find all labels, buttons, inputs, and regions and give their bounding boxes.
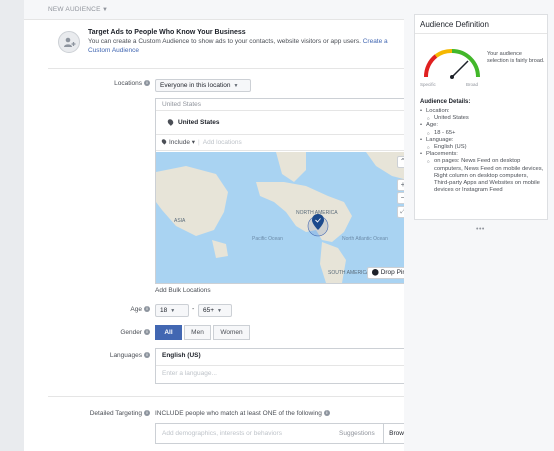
info-icon[interactable]: i: [144, 80, 150, 87]
map-label-south-america: SOUTH AMERICA: [328, 270, 370, 276]
age-min-dropdown[interactable]: 18 ▼: [155, 304, 189, 317]
gauge-broad-label: Broad: [466, 82, 479, 87]
map-label-asia: ASIA: [174, 218, 186, 224]
location-selector: United States United States Include ▾ | Ad…: [155, 98, 416, 284]
audience-size-gauge-icon: [423, 49, 480, 79]
divider: [48, 68, 404, 69]
intro-description: You can create a Custom Audience to show…: [88, 38, 388, 54]
detailed-targeting-field[interactable]: Add demographics, interests or behaviors…: [155, 423, 416, 444]
gender-women-button[interactable]: Women: [213, 325, 250, 340]
audience-definition-title: Audience Definition: [420, 20, 489, 29]
location-input-row: Include ▾ | Add locations: [156, 135, 415, 151]
section-header[interactable]: NEW AUDIENCE ▼: [24, 0, 404, 20]
section-title: NEW AUDIENCE: [48, 6, 101, 13]
audience-form: NEW AUDIENCE ▼ Target Ads to People Who …: [24, 0, 416, 451]
location-map[interactable]: ASIA Pacific Ocean NORTH AMERICA North A…: [156, 152, 415, 283]
chevron-down-icon[interactable]: ▼: [102, 7, 108, 13]
divider: [48, 396, 404, 397]
include-dropdown[interactable]: Include ▾: [169, 139, 195, 146]
right-panel: Audience Definition Your audience select…: [404, 0, 554, 451]
detailed-targeting-include-text: INCLUDE people who match at least ONE of…: [155, 410, 330, 417]
location-pin-icon: [160, 138, 168, 145]
audience-details-list: Location: United States Age: 18 - 65+ La…: [420, 108, 544, 194]
detailed-targeting-input[interactable]: Add demographics, interests or behaviors: [162, 430, 282, 437]
gauge-note: Your audience selection is fairly broad.: [487, 51, 545, 64]
add-people-icon: [58, 31, 80, 53]
info-icon[interactable]: i: [144, 352, 150, 359]
detail-language-label: Language:: [420, 137, 544, 144]
gender-all-button[interactable]: All: [155, 325, 182, 340]
language-input[interactable]: Enter a language...: [162, 370, 217, 377]
age-separator: -: [192, 306, 195, 313]
location-pin-icon: [166, 118, 175, 126]
info-icon[interactable]: i: [323, 410, 330, 417]
detailed-targeting-label: Detailed Targeting i: [54, 410, 150, 417]
detail-location-value: United States: [420, 115, 544, 122]
info-icon[interactable]: i: [144, 306, 150, 313]
detail-location-label: Location:: [420, 108, 544, 115]
age-max-dropdown[interactable]: 65+ ▼: [198, 304, 232, 317]
custom-audience-intro: Target Ads to People Who Know Your Busin…: [54, 28, 394, 62]
intro-heading: Target Ads to People Who Know Your Busin…: [88, 29, 246, 36]
add-bulk-locations-link[interactable]: Add Bulk Locations: [155, 287, 211, 294]
left-gutter: [0, 0, 24, 451]
chevron-down-icon: ▼: [170, 308, 176, 314]
audience-details-heading: Audience Details:: [420, 99, 471, 105]
map-label-atlantic: North Atlantic Ocean: [342, 236, 388, 242]
location-search-input[interactable]: Add locations: [203, 139, 242, 146]
detail-placements-label: Placements:: [420, 151, 544, 158]
gender-men-button[interactable]: Men: [184, 325, 211, 340]
detail-language-value: English (US): [420, 144, 544, 151]
drop-pin-icon: ⬤: [371, 269, 379, 276]
gauge-specific-label: Specific: [420, 82, 436, 87]
audience-definition-card: Audience Definition Your audience select…: [414, 14, 548, 220]
language-token: English (US): [162, 352, 201, 359]
languages-label: Languages i: [74, 352, 150, 359]
map-label-pacific: Pacific Ocean: [252, 236, 283, 242]
more-options-icon[interactable]: •••: [476, 226, 485, 233]
suggestions-button[interactable]: Suggestions: [339, 430, 375, 437]
age-label: Age i: [84, 306, 150, 313]
chevron-down-icon: ▼: [217, 308, 222, 314]
location-type-dropdown[interactable]: Everyone in this location ▼: [155, 79, 251, 92]
gender-label: Gender i: [84, 329, 150, 336]
chevron-down-icon: ▼: [233, 83, 239, 89]
languages-field[interactable]: English (US) × Enter a language...: [155, 348, 416, 384]
detail-age-label: Age:: [420, 122, 544, 129]
info-icon[interactable]: i: [144, 329, 150, 336]
detail-age-value: 18 - 65+: [420, 130, 544, 137]
country-group-header: United States: [156, 99, 415, 111]
detail-placements-value: on pages: News Feed on desktop computers…: [420, 158, 544, 194]
selected-location[interactable]: United States: [156, 111, 415, 135]
locations-label: Locations i: [84, 80, 150, 87]
info-icon[interactable]: i: [144, 410, 150, 417]
